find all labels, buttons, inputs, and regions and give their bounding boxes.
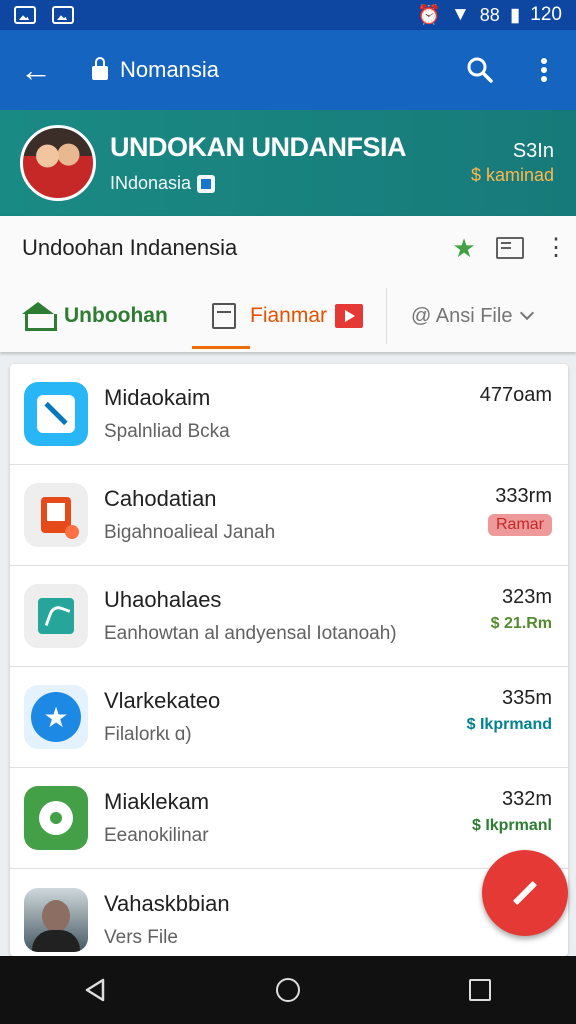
nav-back-button[interactable]: [56, 956, 136, 1024]
compose-fab[interactable]: [482, 850, 568, 936]
more-vert-icon: [541, 58, 547, 82]
tab-fianmar[interactable]: Fianmar: [190, 280, 386, 352]
item-subtitle: Eanhowtan al andyensal Iotanoah): [104, 623, 397, 644]
item-price: $ Ikprmand: [466, 716, 552, 733]
tab-label: Fianmar: [250, 304, 328, 327]
item-time: 335m: [501, 687, 552, 709]
tab-bar: Unboohan Fianmar @ Ansi File: [0, 280, 576, 352]
alarm-icon: ⏰: [417, 5, 441, 26]
item-time: 477oam: [479, 384, 552, 406]
list-item[interactable]: ★ Vlarkekateo Filalorkɩ ɑ) 335m $ Ikprma…: [10, 667, 568, 768]
subheader-card: Undoohan Indanensia ★ ⋮ Unboohan Fianmar…: [0, 216, 576, 352]
item-price: $ Ikprmanl: [471, 817, 552, 834]
app-bar: ← Nomansia: [0, 30, 576, 110]
app-icon-edit: [24, 382, 88, 446]
recents-square-icon: [469, 979, 491, 1001]
star-icon: ★: [452, 232, 476, 263]
search-button[interactable]: [448, 30, 512, 110]
status-badge: Ramar: [487, 514, 552, 536]
active-tab-indicator: [192, 346, 250, 349]
clock: 120: [530, 4, 562, 25]
item-title: Cahodatian: [104, 486, 217, 511]
tab-file-dropdown[interactable]: @ Ansi File: [387, 280, 576, 352]
play-icon: [335, 304, 364, 328]
section-menu-button[interactable]: ⋮: [536, 216, 576, 280]
gallery-notification-icon: [52, 6, 74, 24]
back-arrow-icon[interactable]: ←: [0, 30, 72, 110]
app-icon-alert: [24, 483, 88, 547]
tab-unboohan[interactable]: Unboohan: [0, 280, 190, 352]
app-icon-location: [24, 786, 88, 850]
system-nav-bar: [0, 956, 576, 1024]
item-title: Uhaohalaes: [104, 587, 222, 612]
list-item[interactable]: Uhaohalaes Eanhowtan al andyensal Iotano…: [10, 566, 568, 667]
home-circle-icon: [276, 978, 300, 1002]
battery-icon: ▮: [509, 4, 521, 26]
item-time: 332m: [501, 788, 552, 810]
list-item[interactable]: Miaklekam Eeanokilinar 332m $ Ikprmanl: [10, 768, 568, 869]
profile-price: $ kaminad: [470, 165, 554, 185]
signal-text: 88: [479, 4, 500, 25]
nav-recents-button[interactable]: [440, 956, 520, 1024]
profile-stat: S3In: [512, 140, 554, 162]
item-price: $ 21.Rm: [490, 615, 552, 632]
list-item[interactable]: Midaokaim Spalnliad Bcka 477oam: [10, 364, 568, 465]
overflow-menu-button[interactable]: [512, 30, 576, 110]
item-list: Midaokaim Spalnliad Bcka 477oam Cahodati…: [10, 364, 568, 956]
item-subtitle: Bigahnoalieal Janah: [104, 522, 276, 543]
lock-icon: [92, 57, 108, 80]
nav-home-button[interactable]: [248, 956, 328, 1024]
chevron-down-icon: [520, 305, 535, 321]
back-triangle-icon: [85, 978, 105, 1002]
item-subtitle: Spalnliad Bcka: [104, 421, 230, 442]
avatar: [24, 887, 88, 952]
app-icon-star: ★: [24, 685, 88, 749]
tab-label: Unboohan: [64, 304, 168, 327]
app-icon-phone: [24, 584, 88, 648]
image-notification-icon: [14, 6, 36, 24]
status-bar: ⏰ ▼ 88 ▮ 120: [0, 0, 576, 30]
home-icon: [22, 302, 57, 331]
more-vert-icon: ⋮: [544, 234, 568, 261]
item-subtitle: Vers File: [104, 926, 178, 948]
document-icon: [212, 303, 236, 329]
item-time: 333rm: [495, 485, 552, 507]
item-time: 323m: [501, 586, 552, 608]
card-view-button[interactable]: [484, 216, 536, 280]
favorite-button[interactable]: ★: [444, 216, 484, 280]
pencil-icon: [512, 880, 538, 906]
search-icon: [467, 57, 493, 83]
profile-avatar[interactable]: [20, 125, 96, 201]
list-item[interactable]: Cahodatian Bigahnoalieal Janah 333rm Ram…: [10, 465, 568, 566]
wifi-icon: ▼: [450, 4, 470, 25]
card-icon: [496, 237, 524, 259]
app-title: Nomansia: [120, 57, 220, 82]
profile-title: UNDOKAN UNDANFSIA: [110, 132, 407, 162]
profile-header: UNDOKAN UNDANFSIA INdonasia S3In $ kamin…: [0, 110, 576, 216]
flag-icon: [197, 174, 216, 193]
profile-subtitle: INdonasia: [110, 173, 192, 193]
tab-label: @ Ansi File: [411, 304, 513, 327]
section-title: Undoohan Indanensia: [22, 235, 238, 260]
